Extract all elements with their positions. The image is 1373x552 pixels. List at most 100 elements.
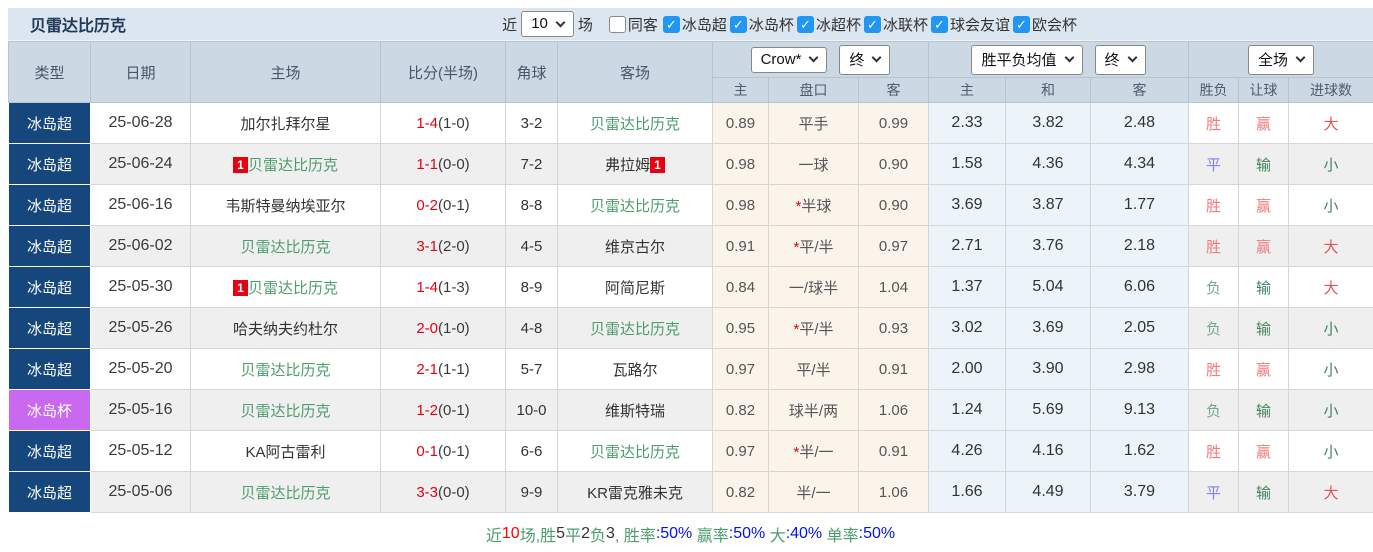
corner-score: 10-0 (505, 389, 558, 431)
league-filter-item[interactable]: 同客 (608, 14, 658, 35)
summary-segment: 负 (589, 527, 606, 545)
away-team-cell: 维京古尔 (557, 225, 713, 267)
match-date: 25-05-16 (90, 389, 191, 431)
league-filter-label: 冰岛杯 (748, 16, 794, 34)
away-team-name[interactable]: 弗拉姆 (605, 157, 650, 174)
result-wdl: 平 (1188, 143, 1239, 185)
home-team-cell: 贝雷达比历克 (190, 471, 381, 513)
away-team-name[interactable]: 维斯特瑞 (605, 403, 665, 420)
summary-segment: 赢率 (692, 527, 729, 545)
avg-odds-select[interactable]: 胜平负均值 (971, 44, 1083, 75)
halftime-score: (0-0) (438, 155, 470, 173)
sub-header-handicap-line: 盘口 (768, 77, 859, 103)
handicap-away-odds: 0.91 (858, 430, 929, 472)
handicap-away-odds: 0.90 (858, 184, 929, 226)
avg-time-select[interactable]: 终 (1094, 44, 1146, 75)
halftime-score: (1-0) (438, 319, 470, 337)
handicap-section-header: Crow* 终 (712, 41, 929, 78)
home-team-name[interactable]: 贝雷达比历克 (248, 280, 338, 297)
handicap-line: 一/球半 (768, 266, 859, 308)
handicap-line-text: 一/球半 (788, 279, 839, 297)
matches-tbody: 冰岛超 25-06-28 加尔扎拜尔星 1-4(1-0) 3-2 贝雷达比历克 … (8, 102, 1373, 513)
away-badge: 1 (650, 156, 665, 173)
avg-home-odds: 1.24 (928, 389, 1006, 431)
result-letball: 赢 (1238, 102, 1289, 144)
home-team-name[interactable]: KA阿古雷利 (245, 444, 325, 461)
halftime-score: (0-1) (438, 442, 470, 460)
result-letball: 赢 (1238, 225, 1289, 267)
home-team-name[interactable]: 贝雷达比历克 (240, 362, 330, 379)
handicap-away-odds: 1.04 (858, 266, 929, 308)
odds-time-select[interactable]: 终 (839, 44, 891, 75)
games-label: 场 (577, 16, 593, 34)
match-date: 25-05-26 (90, 307, 191, 349)
summary-footer: 近 10 场,胜 5 平 2 负 3, 胜率:50% 赢率:50% 大:40% 单率:50% (8, 513, 1373, 552)
away-team-name[interactable]: 贝雷达比历克 (590, 444, 680, 461)
checkbox-icon[interactable] (729, 15, 747, 34)
home-team-name[interactable]: 加尔扎拜尔星 (240, 116, 330, 133)
table-row: 冰岛超 25-06-28 加尔扎拜尔星 1-4(1-0) 3-2 贝雷达比历克 … (8, 102, 1373, 144)
checkbox-icon[interactable] (930, 15, 948, 34)
summary-segment: 大 (765, 527, 786, 545)
avg-home-odds: 4.26 (928, 430, 1006, 472)
checkbox-icon[interactable] (863, 15, 881, 34)
odds-company-value: Crow* (760, 50, 802, 68)
handicap-line: 平手 (768, 102, 859, 144)
league-filter-item[interactable]: 冰超杯 (796, 14, 861, 35)
handicap-line-text: 半/一 (799, 443, 834, 461)
match-date: 25-06-16 (90, 184, 191, 226)
corner-score: 4-8 (505, 307, 558, 349)
league-type-cell: 冰岛超 (8, 307, 91, 349)
away-team-name[interactable]: KR雷克雅未克 (587, 485, 683, 502)
league-filter-item[interactable]: 球会友谊 (930, 14, 1010, 35)
table-row: 冰岛超 25-05-30 1 贝雷达比历克 1-4(1-3) 8-9 阿简尼斯 0… (8, 266, 1373, 308)
league-filter-item[interactable]: 冰联杯 (863, 14, 928, 35)
league-type: 冰岛超 (26, 115, 72, 133)
home-team-name[interactable]: 贝雷达比历克 (240, 485, 330, 502)
checkbox-icon[interactable] (662, 15, 680, 34)
away-team-name[interactable]: 阿简尼斯 (605, 280, 665, 297)
chevron-down-icon (1127, 52, 1137, 63)
result-letball: 赢 (1238, 348, 1289, 390)
league-filter-item[interactable]: 冰岛超 (662, 14, 727, 35)
avg-away-odds: 2.98 (1090, 348, 1189, 390)
scope-select[interactable]: 全场 (1248, 44, 1315, 75)
away-team-cell: 贝雷达比历克 (557, 184, 713, 226)
avg-time-value: 终 (1104, 51, 1120, 69)
avg-draw-odds: 4.36 (1005, 143, 1091, 185)
odds-company-select[interactable]: Crow* (750, 46, 828, 73)
table-row: 冰岛超 25-06-24 1 贝雷达比历克 1-1(0-0) 7-2 弗拉姆 1 0… (8, 143, 1373, 185)
league-filter-item[interactable]: 欧会杯 (1012, 14, 1077, 35)
score-cell: 3-3(0-0) (380, 471, 506, 513)
home-team-name[interactable]: 贝雷达比历克 (240, 239, 330, 256)
summary-segment: :50% (728, 524, 766, 542)
result-wdl: 胜 (1188, 430, 1239, 472)
league-type-cell: 冰岛超 (8, 471, 91, 513)
away-team-name[interactable]: 瓦路尔 (612, 362, 657, 379)
home-team-name[interactable]: 贝雷达比历克 (248, 157, 338, 174)
league-filter-item[interactable]: 冰岛杯 (729, 14, 794, 35)
away-team-name[interactable]: 维京古尔 (605, 239, 665, 256)
result-goals: 小 (1287, 430, 1373, 472)
home-team-name[interactable]: 哈夫纳夫约杜尔 (233, 321, 338, 338)
handicap-line-text: 一球 (798, 156, 829, 174)
chevron-down-icon (808, 52, 819, 63)
handicap-line: *半球 (768, 184, 859, 226)
sub-header-handicap-home: 主 (712, 77, 769, 103)
corner-score: 3-2 (505, 102, 558, 144)
summary-segment: 10 (501, 524, 520, 542)
league-type: 冰岛超 (26, 197, 72, 215)
recent-count-select[interactable]: 10 (521, 11, 574, 37)
away-team-name[interactable]: 贝雷达比历克 (590, 198, 680, 215)
result-goals: 大 (1287, 225, 1373, 267)
fulltime-score: 2-1 (416, 360, 438, 378)
away-team-name[interactable]: 贝雷达比历克 (590, 116, 680, 133)
checkbox-icon[interactable] (1012, 15, 1030, 34)
home-team-name[interactable]: 贝雷达比历克 (240, 403, 330, 420)
chevron-down-icon (1064, 52, 1074, 63)
checkbox-icon[interactable] (608, 15, 626, 33)
away-team-name[interactable]: 贝雷达比历克 (590, 321, 680, 338)
result-wdl: 胜 (1188, 225, 1239, 267)
home-team-name[interactable]: 韦斯特曼纳埃亚尔 (225, 198, 345, 215)
checkbox-icon[interactable] (796, 15, 814, 34)
